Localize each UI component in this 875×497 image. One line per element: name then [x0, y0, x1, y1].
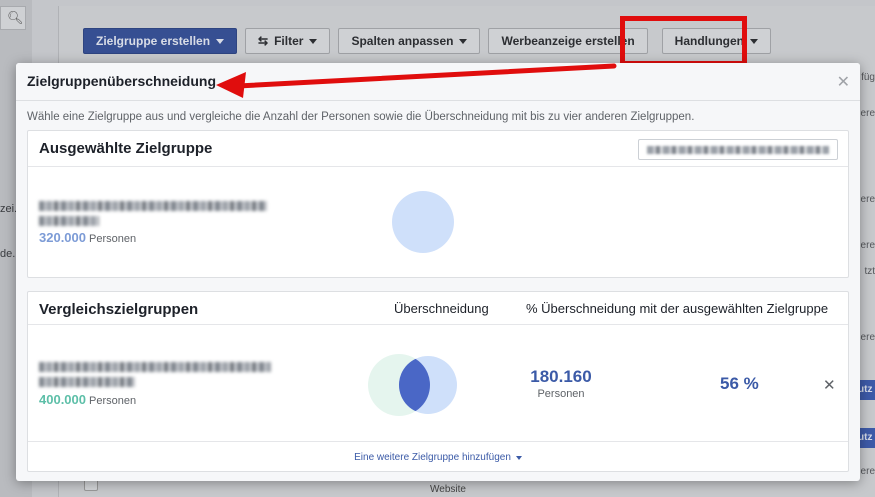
- caret-down-icon: [309, 38, 318, 44]
- search-icon: 🔍︎: [7, 10, 24, 25]
- create-audience-label: Zielgruppe erstellen: [96, 34, 211, 48]
- table-cell: ere: [860, 240, 875, 251]
- count-value: 320.000: [39, 230, 86, 245]
- selected-audience-card: Ausgewählte Zielgruppe 320.000 Personen: [27, 130, 849, 278]
- card-footer: Eine weitere Zielgruppe hinzufügen: [28, 441, 848, 471]
- search-button[interactable]: 🔍︎: [0, 6, 26, 30]
- redacted-audience-name: [39, 377, 135, 387]
- overlap-unit: Personen: [537, 388, 585, 400]
- columns-label: Spalten anpassen: [351, 34, 454, 48]
- comparison-audience-count: 400.000 Personen: [39, 392, 136, 407]
- remove-row-icon[interactable]: ✕: [823, 376, 836, 394]
- create-audience-button[interactable]: Zielgruppe erstellen: [83, 28, 238, 54]
- venn-diagram: [368, 354, 457, 416]
- dialog-description: Wähle eine Zielgruppe aus und vergleiche…: [27, 111, 695, 123]
- overlap-column-header: Überschneidung: [394, 301, 489, 316]
- dialog-title: Zielgruppenüberschneidung: [27, 73, 217, 89]
- table-cell: ere: [860, 194, 875, 205]
- add-audience-label: Eine weitere Zielgruppe hinzufügen: [354, 452, 511, 463]
- table-cell: füg: [861, 72, 875, 83]
- redacted-audience-name: [39, 201, 267, 211]
- overlap-percent: 56 %: [720, 374, 759, 393]
- close-icon[interactable]: ✕: [837, 72, 850, 92]
- caret-down-icon: [749, 38, 758, 44]
- redacted-text: [647, 146, 829, 154]
- redacted-audience-name: [39, 216, 99, 226]
- comparison-audiences-card: Vergleichszielgruppen Überschneidung % Ü…: [27, 291, 849, 472]
- selected-audience-count: 320.000 Personen: [39, 230, 136, 245]
- columns-button[interactable]: Spalten anpassen: [338, 28, 481, 54]
- caret-down-icon: [216, 38, 225, 44]
- count-unit: Personen: [89, 395, 137, 407]
- create-ad-label: Werbeanzeige erstellen: [501, 34, 635, 48]
- count-unit: Personen: [89, 233, 137, 245]
- overlap-count: 180.160: [530, 367, 592, 386]
- filter-label: Filter: [274, 34, 304, 48]
- table-cell: tzt: [864, 266, 875, 277]
- background-label: zei.: [0, 203, 18, 215]
- audience-overlap-dialog: Zielgruppenüberschneidung ✕ Wähle eine Z…: [16, 63, 860, 481]
- sliders-icon: ⇆: [258, 34, 269, 48]
- card-header: Ausgewählte Zielgruppe: [28, 131, 848, 167]
- caret-down-icon: [515, 455, 522, 460]
- table-cell: ere: [860, 332, 875, 343]
- selected-audience-heading: Ausgewählte Zielgruppe: [39, 140, 213, 157]
- background-cell: Website: [430, 484, 466, 495]
- comparison-heading: Vergleichszielgruppen: [39, 301, 199, 318]
- highlight-annotation: [620, 16, 747, 66]
- add-audience-link[interactable]: Eine weitere Zielgruppe hinzufügen: [354, 452, 522, 463]
- count-value: 400.000: [39, 392, 86, 407]
- redacted-audience-name: [39, 362, 271, 372]
- selected-audience-circle: [392, 191, 454, 253]
- table-cell: ere: [860, 466, 875, 477]
- card-header: Vergleichszielgruppen Überschneidung % Ü…: [28, 292, 848, 325]
- table-cell: ere: [860, 108, 875, 119]
- audience-select[interactable]: [638, 139, 838, 160]
- filter-button[interactable]: ⇆ Filter: [245, 28, 331, 54]
- overlap-value: 180.160 Personen: [526, 367, 596, 400]
- percent-column-header: % Überschneidung mit der ausgewählten Zi…: [526, 301, 829, 316]
- caret-down-icon: [459, 38, 468, 44]
- dialog-header: Zielgruppenüberschneidung ✕: [16, 63, 860, 101]
